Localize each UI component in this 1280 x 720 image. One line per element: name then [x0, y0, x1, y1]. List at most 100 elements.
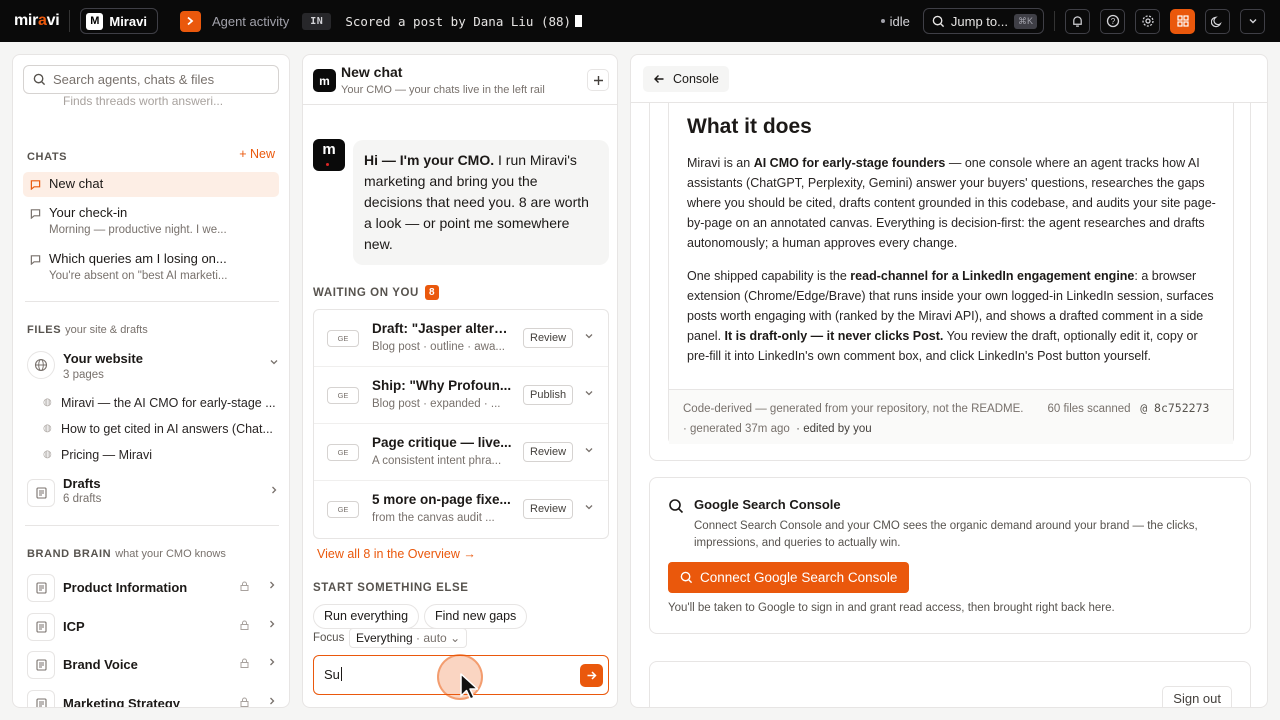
divider: [25, 301, 279, 302]
queue-row-sub: Blog post · expanded · ...: [372, 398, 501, 410]
console-panel: Console What it does Miravi is an AI CMO…: [630, 54, 1268, 708]
brain-item-marketing-strategy[interactable]: Marketing Strategy: [27, 688, 279, 707]
chevron-down-icon[interactable]: [584, 388, 594, 401]
section-title: What it does: [687, 115, 812, 138]
queue-row-sub: from the canvas audit ...: [372, 512, 495, 524]
back-to-console-button[interactable]: Console: [643, 66, 729, 92]
card-title: Google Search Console: [694, 497, 841, 512]
brain-item-label: Brand Voice: [63, 657, 138, 672]
chevron-right-icon: [269, 485, 279, 498]
send-button[interactable]: [580, 664, 603, 687]
chevron-down-icon[interactable]: [584, 502, 594, 515]
direction-pill: IN: [302, 12, 332, 30]
drafts-title: Drafts: [63, 476, 101, 491]
moon-icon[interactable]: [1205, 8, 1230, 34]
publish-button[interactable]: Publish: [523, 385, 574, 405]
search-input[interactable]: Search agents, chats & files: [23, 65, 279, 94]
arrow-right-icon: [587, 671, 597, 680]
focus-select[interactable]: Everything · auto ⌄: [349, 628, 468, 648]
page-item[interactable]: ◍ Miravi — the AI CMO for early-stage ...: [43, 396, 279, 410]
review-button[interactable]: Review: [523, 328, 574, 348]
chevron-right-icon[interactable]: [179, 10, 201, 32]
connect-search-console-button[interactable]: Connect Google Search Console: [668, 562, 910, 593]
list-item-faded[interactable]: Finds threads worth answeri...: [63, 94, 223, 108]
view-all-link[interactable]: View all 8 in the Overview →: [317, 547, 476, 561]
jump-to-button[interactable]: Jump to... ⌘K: [922, 8, 1044, 34]
queue-row[interactable]: GE 5 more on-page fixe... from the canva…: [314, 481, 608, 538]
queue-row-title: Draft: "Jasper altern...: [372, 321, 512, 336]
top-bar: miravi M Miravi Agent activity IN Scored…: [0, 0, 1280, 42]
chat-header: m New chat Your CMO — your chats live in…: [303, 55, 617, 105]
search-icon: [680, 571, 693, 584]
divider: [1054, 11, 1055, 31]
chats-header: CHATS: [27, 151, 68, 163]
bell-icon[interactable]: [1065, 8, 1090, 34]
svg-text:?: ?: [1110, 17, 1115, 26]
drafts-sub: 6 drafts: [63, 493, 102, 505]
brain-item-brand-voice[interactable]: Brand Voice: [27, 649, 279, 679]
queue-row[interactable]: GE Draft: "Jasper altern... Blog post · …: [314, 310, 608, 367]
document-icon: [27, 651, 55, 679]
focus-label: Focus: [313, 632, 345, 644]
lock-icon: [240, 620, 249, 633]
chat-bubble-icon: [30, 208, 41, 222]
brand-brain-header: BRAND BRAIN what your CMO knows: [27, 548, 226, 560]
brain-item-label: Product Information: [63, 580, 188, 595]
chat-item-new-chat[interactable]: New chat: [23, 172, 279, 197]
chevron-right-icon: [267, 696, 277, 707]
globe-icon: ◍: [43, 423, 52, 434]
divider: [69, 10, 71, 32]
gear-icon[interactable]: [1135, 8, 1160, 34]
chat-preview: Morning — productive night. I we...: [49, 224, 227, 236]
document-icon: [27, 613, 55, 641]
chat-title: Your check-in: [49, 205, 128, 220]
sign-out-button[interactable]: Sign out: [1162, 686, 1232, 707]
provenance-footer: Code-derived — generated from your repos…: [669, 389, 1233, 444]
run-everything-chip[interactable]: Run everything: [313, 604, 420, 629]
account-card: Sign out: [649, 661, 1251, 707]
console-header: Console: [631, 55, 1267, 103]
chat-item-queries[interactable]: Which queries am I losing on... You're a…: [23, 247, 279, 289]
queue-row-title: Page critique — live...: [372, 435, 512, 450]
brain-item-product-information[interactable]: Product Information: [27, 572, 279, 602]
website-title: Your website: [63, 351, 143, 366]
avatar: m: [313, 69, 336, 92]
queue-row[interactable]: GE Ship: "Why Profoun... Blog post · exp…: [314, 367, 608, 424]
help-icon[interactable]: ?: [1100, 8, 1125, 34]
globe-icon: ◍: [43, 449, 52, 460]
drafts-folder[interactable]: Drafts 6 drafts: [27, 473, 279, 513]
lock-icon: [240, 581, 249, 594]
new-chat-button[interactable]: [587, 69, 609, 91]
plus-icon: [593, 75, 603, 85]
workspace-switcher[interactable]: M Miravi: [80, 8, 158, 34]
chevron-down-icon[interactable]: [1240, 8, 1265, 34]
workspace-name: Miravi: [109, 13, 147, 29]
chevron-down-icon[interactable]: [584, 445, 594, 458]
source-tag: GE: [327, 444, 359, 461]
review-button[interactable]: Review: [523, 499, 574, 519]
document-icon: [27, 690, 55, 707]
review-button[interactable]: Review: [523, 442, 574, 462]
app-logo[interactable]: miravi: [14, 12, 60, 30]
activity-ticker: Scored a post by Dana Liu (88): [345, 14, 583, 29]
page-item[interactable]: ◍ How to get cited in AI answers (Chat...: [43, 422, 279, 436]
find-gaps-chip[interactable]: Find new gaps: [424, 604, 528, 629]
shortcut-hint: ⌘K: [1013, 13, 1037, 29]
search-placeholder: Search agents, chats & files: [53, 72, 215, 87]
chat-title: New chat: [341, 64, 403, 80]
queue-row-sub: Blog post · outline · awa...: [372, 341, 505, 353]
website-folder[interactable]: Your website 3 pages: [27, 347, 279, 387]
queue-row-title: Ship: "Why Profoun...: [372, 378, 512, 393]
text-caret: [340, 667, 342, 681]
new-chat-link[interactable]: + New: [239, 147, 275, 161]
chevron-down-icon[interactable]: [584, 331, 594, 344]
chevron-right-icon: [267, 657, 277, 670]
lock-icon: [240, 658, 249, 671]
grid-icon[interactable]: [1170, 8, 1195, 34]
queue-row[interactable]: GE Page critique — live... A consistent …: [314, 424, 608, 481]
chat-item-check-in[interactable]: Your check-in Morning — productive night…: [23, 201, 279, 243]
website-sub: 3 pages: [63, 369, 104, 381]
workspace-badge: M: [86, 12, 104, 30]
page-item[interactable]: ◍ Pricing — Miravi: [43, 448, 279, 462]
brain-item-icp[interactable]: ICP: [27, 611, 279, 641]
